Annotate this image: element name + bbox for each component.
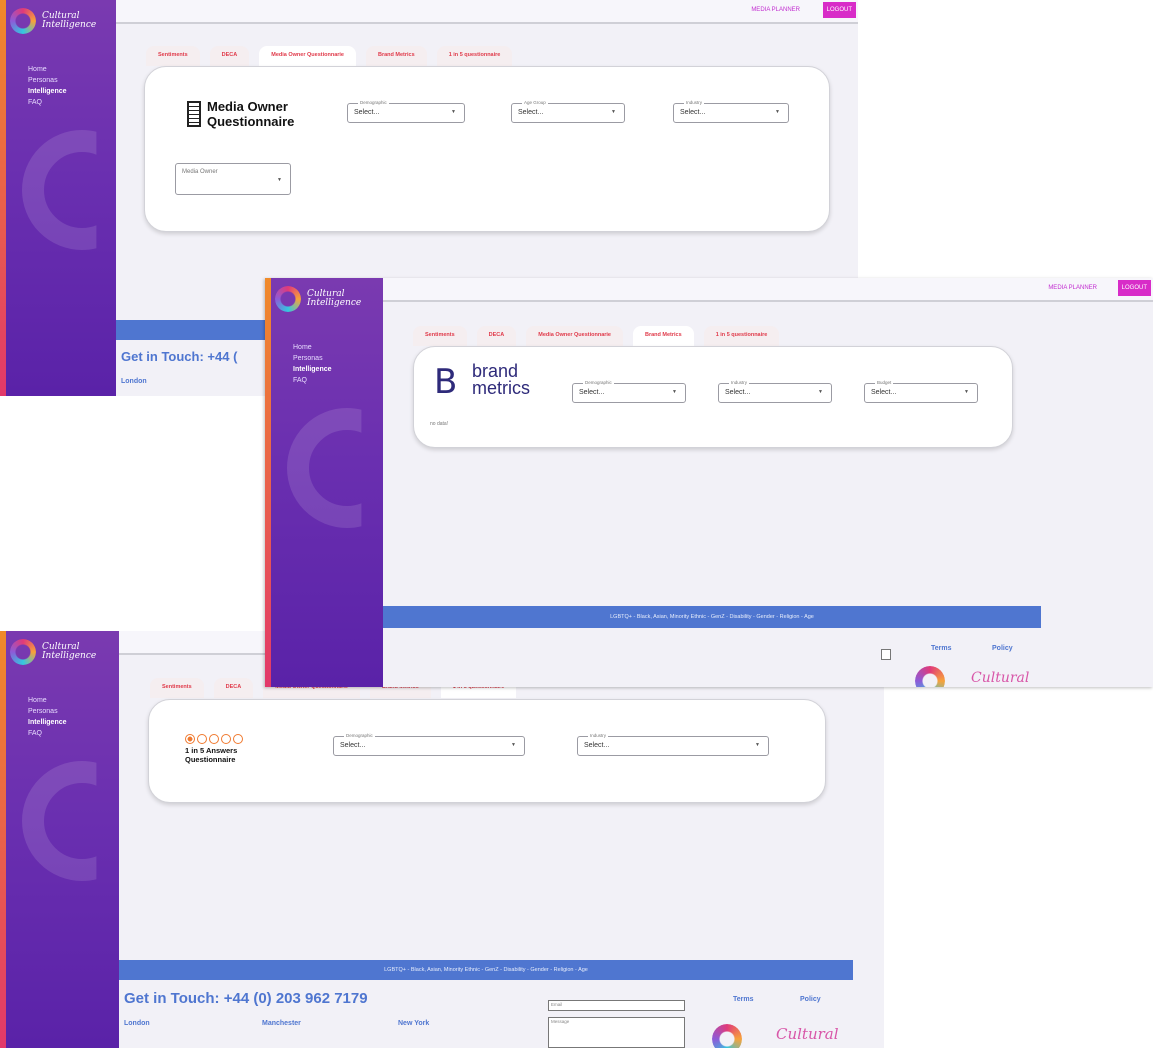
- brand-metrics-logo: brand metrics: [472, 361, 530, 398]
- nav-intelligence[interactable]: Intelligence: [28, 717, 67, 728]
- media-owner-select[interactable]: Media Owner ▼: [175, 163, 291, 195]
- tab-bar: Sentiments DECA Media Owner Questionnari…: [146, 46, 513, 66]
- logo-line2: Intelligence: [307, 298, 362, 308]
- demographic-select[interactable]: Demographic Select... ▼: [333, 733, 525, 756]
- chevron-down-icon: ▼: [511, 742, 516, 748]
- filter-card: 1 in 5 Answers Questionnaire Demographic…: [148, 699, 826, 803]
- brand-metrics-b-icon: B: [434, 362, 458, 402]
- chevron-down-icon: ▼: [451, 109, 456, 115]
- nav-faq[interactable]: FAQ: [28, 97, 67, 108]
- tab-bar: Sentiments DECA Media Owner Questionnari…: [413, 326, 780, 346]
- sidebar: Cultural Intelligence Home Personas Inte…: [0, 0, 116, 396]
- city-london: London: [121, 378, 147, 385]
- footer-logo-text: Cultural: [971, 670, 1030, 686]
- logo-line2: Intelligence: [42, 651, 97, 661]
- 1in5-title: 1 in 5 Answers Questionnaire: [185, 746, 238, 764]
- message-field[interactable]: Message: [548, 1017, 685, 1048]
- get-in-touch: Get in Touch: +44 (0) 203 962 7179: [124, 990, 368, 1007]
- nav-personas[interactable]: Personas: [28, 75, 67, 86]
- tab-sentiments[interactable]: Sentiments: [150, 678, 204, 698]
- nav-faq[interactable]: FAQ: [28, 728, 67, 739]
- watermark-logo-icon: [22, 761, 97, 881]
- nav-faq[interactable]: FAQ: [293, 375, 332, 386]
- logo-line2: Intelligence: [42, 20, 97, 30]
- chevron-down-icon: ▼: [775, 109, 780, 115]
- brand-logo[interactable]: Cultural Intelligence: [10, 8, 96, 34]
- tab-sentiments[interactable]: Sentiments: [146, 46, 200, 66]
- sidebar-nav: Home Personas Intelligence FAQ: [28, 64, 67, 108]
- watermark-logo-icon: [22, 130, 97, 250]
- city-new-york: New York: [398, 1020, 430, 1027]
- policy-link[interactable]: Policy: [800, 996, 821, 1003]
- budget-select[interactable]: Budget Select... ▼: [864, 380, 978, 403]
- nav-home[interactable]: Home: [28, 695, 67, 706]
- chevron-down-icon: ▼: [277, 177, 282, 183]
- industry-select[interactable]: Industry Select... ▼: [673, 100, 789, 123]
- diversity-band: LGBTQ+ - Black, Asian, Minority Ethnic -…: [383, 606, 1041, 628]
- nav-home[interactable]: Home: [28, 64, 67, 75]
- brand-logo[interactable]: Cultural Intelligence: [10, 639, 96, 665]
- tab-1in5[interactable]: 1 in 5 questionnaire: [436, 46, 513, 66]
- sidebar: Cultural Intelligence Home Personas Inte…: [0, 631, 119, 1048]
- rating-circles-icon: [185, 734, 243, 744]
- media-planner-link[interactable]: MEDIA PLANNER: [751, 7, 800, 13]
- sidebar: Cultural Intelligence Home Personas Inte…: [265, 278, 383, 687]
- terms-link[interactable]: Terms: [733, 996, 754, 1003]
- tab-1in5[interactable]: 1 in 5 questionnaire: [703, 326, 780, 346]
- screenshot-brand-metrics: Cultural Intelligence Home Personas Inte…: [265, 278, 1153, 687]
- terms-link[interactable]: Terms: [931, 645, 952, 652]
- sidebar-nav: Home Personas Intelligence FAQ: [28, 695, 67, 739]
- logo-ring-icon: [275, 286, 301, 312]
- get-in-touch: Get in Touch: +44 (: [121, 349, 238, 364]
- footer-logo-icon: [712, 1024, 742, 1048]
- tab-deca[interactable]: DECA: [476, 326, 517, 346]
- filter-card: B brand metrics Demographic Select... ▼ …: [413, 346, 1013, 448]
- tab-brand-metrics[interactable]: Brand Metrics: [366, 46, 427, 66]
- tab-media-owner[interactable]: Media Owner Questionnarie: [259, 46, 356, 66]
- email-field-partial[interactable]: [881, 649, 891, 660]
- city-manchester: Manchester: [262, 1020, 301, 1027]
- tab-deca[interactable]: DECA: [213, 678, 254, 698]
- footer-logo-text: Cultural: [776, 1025, 839, 1043]
- industry-select[interactable]: Industry Select... ▼: [577, 733, 769, 756]
- filter-card: Media Owner Questionnaire Demographic Se…: [144, 66, 830, 232]
- media-owner-title: Media Owner Questionnaire: [207, 99, 295, 129]
- demographic-select[interactable]: Demographic Select... ▼: [572, 380, 686, 403]
- screenshot-1in5: Cultural Intelligence Home Personas Inte…: [0, 631, 884, 1048]
- chevron-down-icon: ▼: [611, 109, 616, 115]
- nav-personas[interactable]: Personas: [293, 353, 332, 364]
- logo-ring-icon: [10, 8, 36, 34]
- logout-button[interactable]: LOGOUT: [1117, 280, 1151, 296]
- tab-sentiments[interactable]: Sentiments: [413, 326, 467, 346]
- brand-logo[interactable]: Cultural Intelligence: [275, 286, 361, 312]
- sidebar-nav: Home Personas Intelligence FAQ: [293, 342, 332, 386]
- no-data-text: no data!: [430, 421, 449, 427]
- tab-deca[interactable]: DECA: [209, 46, 250, 66]
- age-group-select[interactable]: Age Group Select... ▼: [511, 100, 625, 123]
- diversity-band: LGBTQ+ - Black, Asian, Minority Ethnic -…: [119, 960, 853, 980]
- watermark-logo-icon: [287, 408, 362, 528]
- policy-link[interactable]: Policy: [992, 645, 1013, 652]
- tab-brand-metrics[interactable]: Brand Metrics: [633, 326, 694, 346]
- demographic-select[interactable]: Demographic Select... ▼: [347, 100, 465, 123]
- chevron-down-icon: ▼: [964, 389, 969, 395]
- chevron-down-icon: ▼: [818, 389, 823, 395]
- chevron-down-icon: ▼: [755, 742, 760, 748]
- nav-intelligence[interactable]: Intelligence: [293, 364, 332, 375]
- top-bar: MEDIA PLANNER LOGOUT: [383, 278, 1153, 302]
- city-london: London: [124, 1020, 150, 1027]
- media-planner-link[interactable]: MEDIA PLANNER: [1048, 285, 1097, 291]
- footer-logo-icon: [915, 666, 945, 687]
- logo-ring-icon: [10, 639, 36, 665]
- industry-select[interactable]: Industry Select... ▼: [718, 380, 832, 403]
- top-bar: MEDIA PLANNER LOGOUT: [116, 0, 858, 24]
- nav-home[interactable]: Home: [293, 342, 332, 353]
- chevron-down-icon: ▼: [672, 389, 677, 395]
- nav-intelligence[interactable]: Intelligence: [28, 86, 67, 97]
- email-field[interactable]: Email: [548, 1000, 685, 1011]
- logout-button[interactable]: LOGOUT: [822, 2, 856, 18]
- nav-personas[interactable]: Personas: [28, 706, 67, 717]
- tab-media-owner[interactable]: Media Owner Questionnarie: [526, 326, 623, 346]
- document-icon: [187, 101, 201, 127]
